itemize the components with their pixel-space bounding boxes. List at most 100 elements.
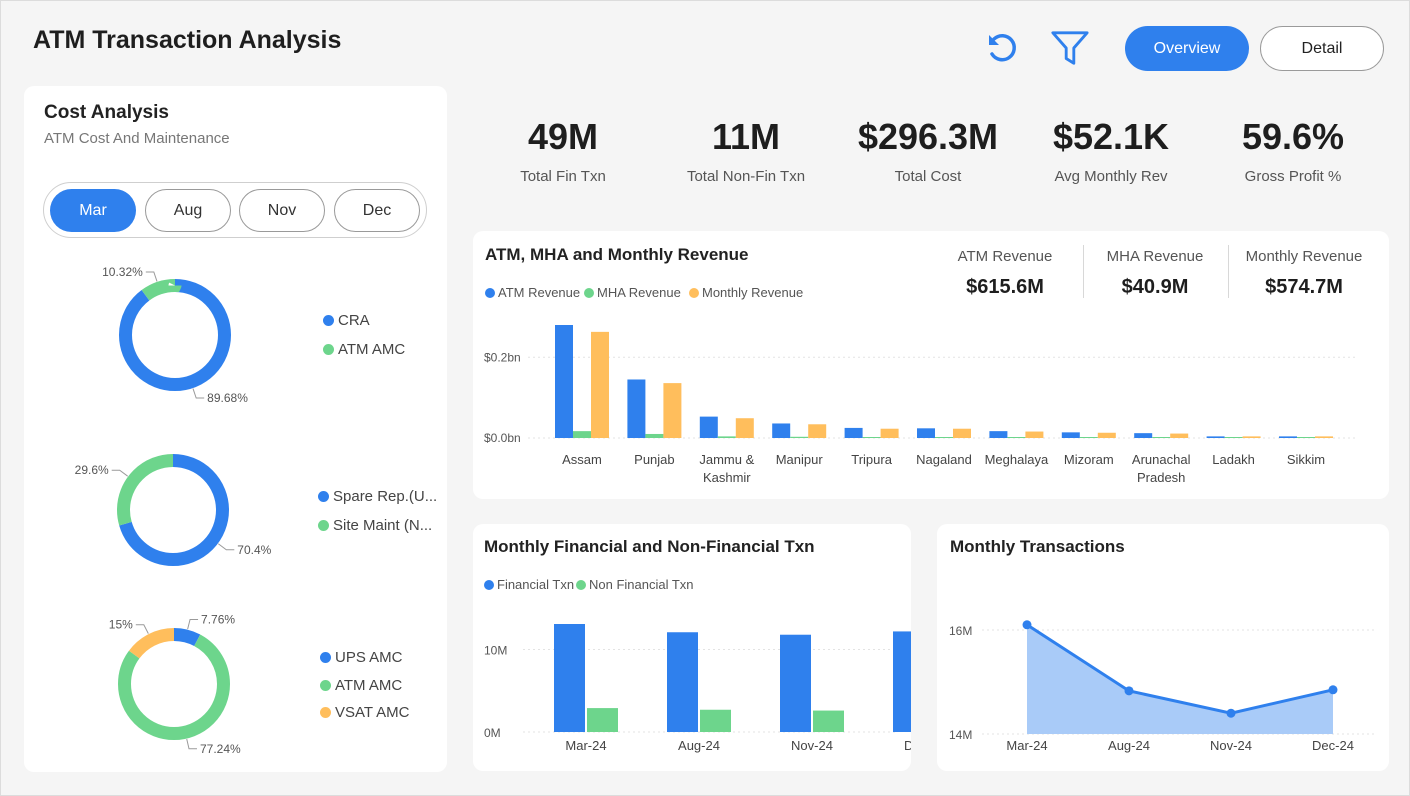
bar-atm-revenue [699, 416, 718, 438]
data-point [1328, 685, 1338, 695]
bar-monthly-revenue [591, 331, 609, 438]
x-tick-label: Tripura [851, 452, 892, 467]
rev-kpi-label: Monthly Revenue [1245, 248, 1363, 265]
bar-mha-revenue [1224, 437, 1243, 438]
x-tick-label: Dec-24 [904, 738, 911, 753]
bar-non-financial-txn [700, 709, 731, 732]
data-point [1022, 620, 1032, 630]
filter-button[interactable] [1050, 28, 1090, 68]
donut-percent-label: 7.76% [201, 612, 235, 626]
y-tick-label: 14M [949, 728, 972, 742]
donut-leader-line [192, 388, 205, 399]
month-button-nov[interactable]: Nov [239, 189, 325, 232]
legend-dot [689, 287, 699, 298]
rev-kpi-label: ATM Revenue [957, 248, 1053, 265]
donut-leader-line [187, 618, 199, 630]
donut-percent-label: 77.24% [200, 742, 241, 756]
bar-monthly-revenue [953, 428, 971, 438]
legend-label: MHA Revenue [597, 285, 681, 300]
revenue-chart-title: ATM, MHA and Monthly Revenue [485, 245, 749, 264]
legend-item-cra: CRA [323, 312, 370, 329]
bar-non-financial-txn [587, 708, 618, 732]
x-tick-label: Aug-24 [678, 738, 720, 753]
legend-label: Non Financial Txn [589, 577, 694, 592]
bar-monthly-revenue [735, 418, 754, 438]
x-tick-label: Kashmir [703, 470, 751, 485]
legend-label: ATM AMC [338, 341, 406, 358]
legend-atm-revenue: ATM Revenue [485, 285, 580, 300]
x-tick-label: Mizoram [1064, 452, 1114, 467]
legend-monthly-revenue: Monthly Revenue [689, 285, 803, 300]
kpi-value: 49M [527, 116, 599, 157]
x-tick-label: Sikkim [1287, 452, 1325, 467]
x-tick-label: Pradesh [1137, 470, 1185, 485]
kpi-label: Total Non-Fin Txn [686, 168, 806, 185]
detail-button[interactable]: Detail [1260, 26, 1384, 71]
bar-mha-revenue [1152, 437, 1171, 438]
legend-label: Financial Txn [497, 577, 575, 592]
y-tick-label: 0M [484, 726, 501, 740]
legend-label: Site Maint (N... [333, 517, 433, 534]
rev-kpi-atm: ATM Revenue $615.6M [935, 248, 1075, 299]
bar-monthly-revenue [1097, 432, 1116, 438]
divider [1083, 245, 1084, 298]
bar-mha-revenue [790, 436, 809, 438]
legend-dot [584, 287, 594, 298]
donut-leader-line [135, 624, 149, 634]
bar-atm-revenue [1206, 436, 1225, 438]
bar-monthly-revenue [1025, 431, 1044, 438]
divider [1228, 245, 1229, 298]
kpi-value: $296.3M [857, 116, 999, 157]
bar-monthly-revenue [663, 383, 682, 438]
x-tick-label: Assam [562, 452, 602, 467]
bar-financial-txn [893, 631, 911, 732]
refresh-button[interactable] [982, 28, 1022, 68]
data-point [1124, 686, 1134, 696]
donut-leader-line [111, 469, 129, 477]
x-tick-label: Manipur [776, 452, 824, 467]
y-tick-label: 10M [484, 644, 507, 658]
x-tick-label: Aug-24 [1108, 738, 1150, 753]
rev-kpi-value: $574.7M [1265, 276, 1343, 298]
legend-dot [318, 491, 329, 502]
legend-non-financial-txn: Non Financial Txn [576, 577, 694, 592]
legend-label: ATM AMC [335, 677, 403, 694]
x-tick-label: Nov-24 [791, 738, 833, 753]
bar-mha-revenue [1007, 437, 1026, 438]
bar-financial-txn [780, 634, 811, 732]
overview-button[interactable]: Overview [1125, 26, 1249, 71]
legend-label: Spare Rep.(U... [333, 488, 438, 505]
donut-percent-label: 29.6% [75, 463, 109, 477]
month-selector: Mar Aug Nov Dec [43, 182, 427, 238]
legend-dot [320, 707, 331, 718]
kpi-avg-monthly-rev: $52.1K Avg Monthly Rev [1021, 116, 1201, 185]
legend-item-atm-amc-2: ATM AMC [320, 677, 402, 694]
cost-analysis-subtitle: ATM Cost And Maintenance [44, 130, 230, 147]
bar-atm-revenue [844, 427, 863, 438]
y-tick-label: $0.2bn [484, 350, 521, 364]
revenue-bar-chart: $0.0bn $0.2bn Assam Punjab Jammu & Kashmir Man… [484, 325, 1358, 485]
y-tick-label: 16M [949, 624, 972, 638]
legend-financial-txn: Financial Txn [484, 577, 574, 592]
bar-non-financial-txn [813, 710, 844, 732]
area-fill [1027, 624, 1333, 734]
legend-dot [576, 579, 586, 590]
kpi-total-non-fin-txn: 11M Total Non-Fin Txn [656, 116, 836, 185]
y-tick-label: $0.0bn [484, 431, 521, 445]
fin-txn-bar-chart: 0M 10M Mar-24 Aug-24 Nov-24 Dec-24 [484, 624, 911, 753]
x-tick-label: Mar-24 [1006, 738, 1047, 753]
bar-financial-txn [554, 624, 585, 732]
legend-item-site-maint: Site Maint (N... [318, 517, 432, 534]
bar-atm-revenue [917, 428, 935, 438]
bar-mha-revenue [935, 437, 953, 438]
x-tick-label: Nagaland [916, 452, 972, 467]
monthly-transactions-title: Monthly Transactions [950, 537, 1125, 556]
month-button-aug[interactable]: Aug [145, 189, 231, 232]
month-button-dec[interactable]: Dec [334, 189, 420, 232]
donut-leader-line [145, 271, 158, 282]
bar-mha-revenue [645, 433, 664, 438]
legend-dot [320, 680, 331, 691]
month-button-mar[interactable]: Mar [50, 189, 136, 232]
rev-kpi-value: $40.9M [1121, 276, 1189, 298]
bar-financial-txn [667, 632, 698, 732]
